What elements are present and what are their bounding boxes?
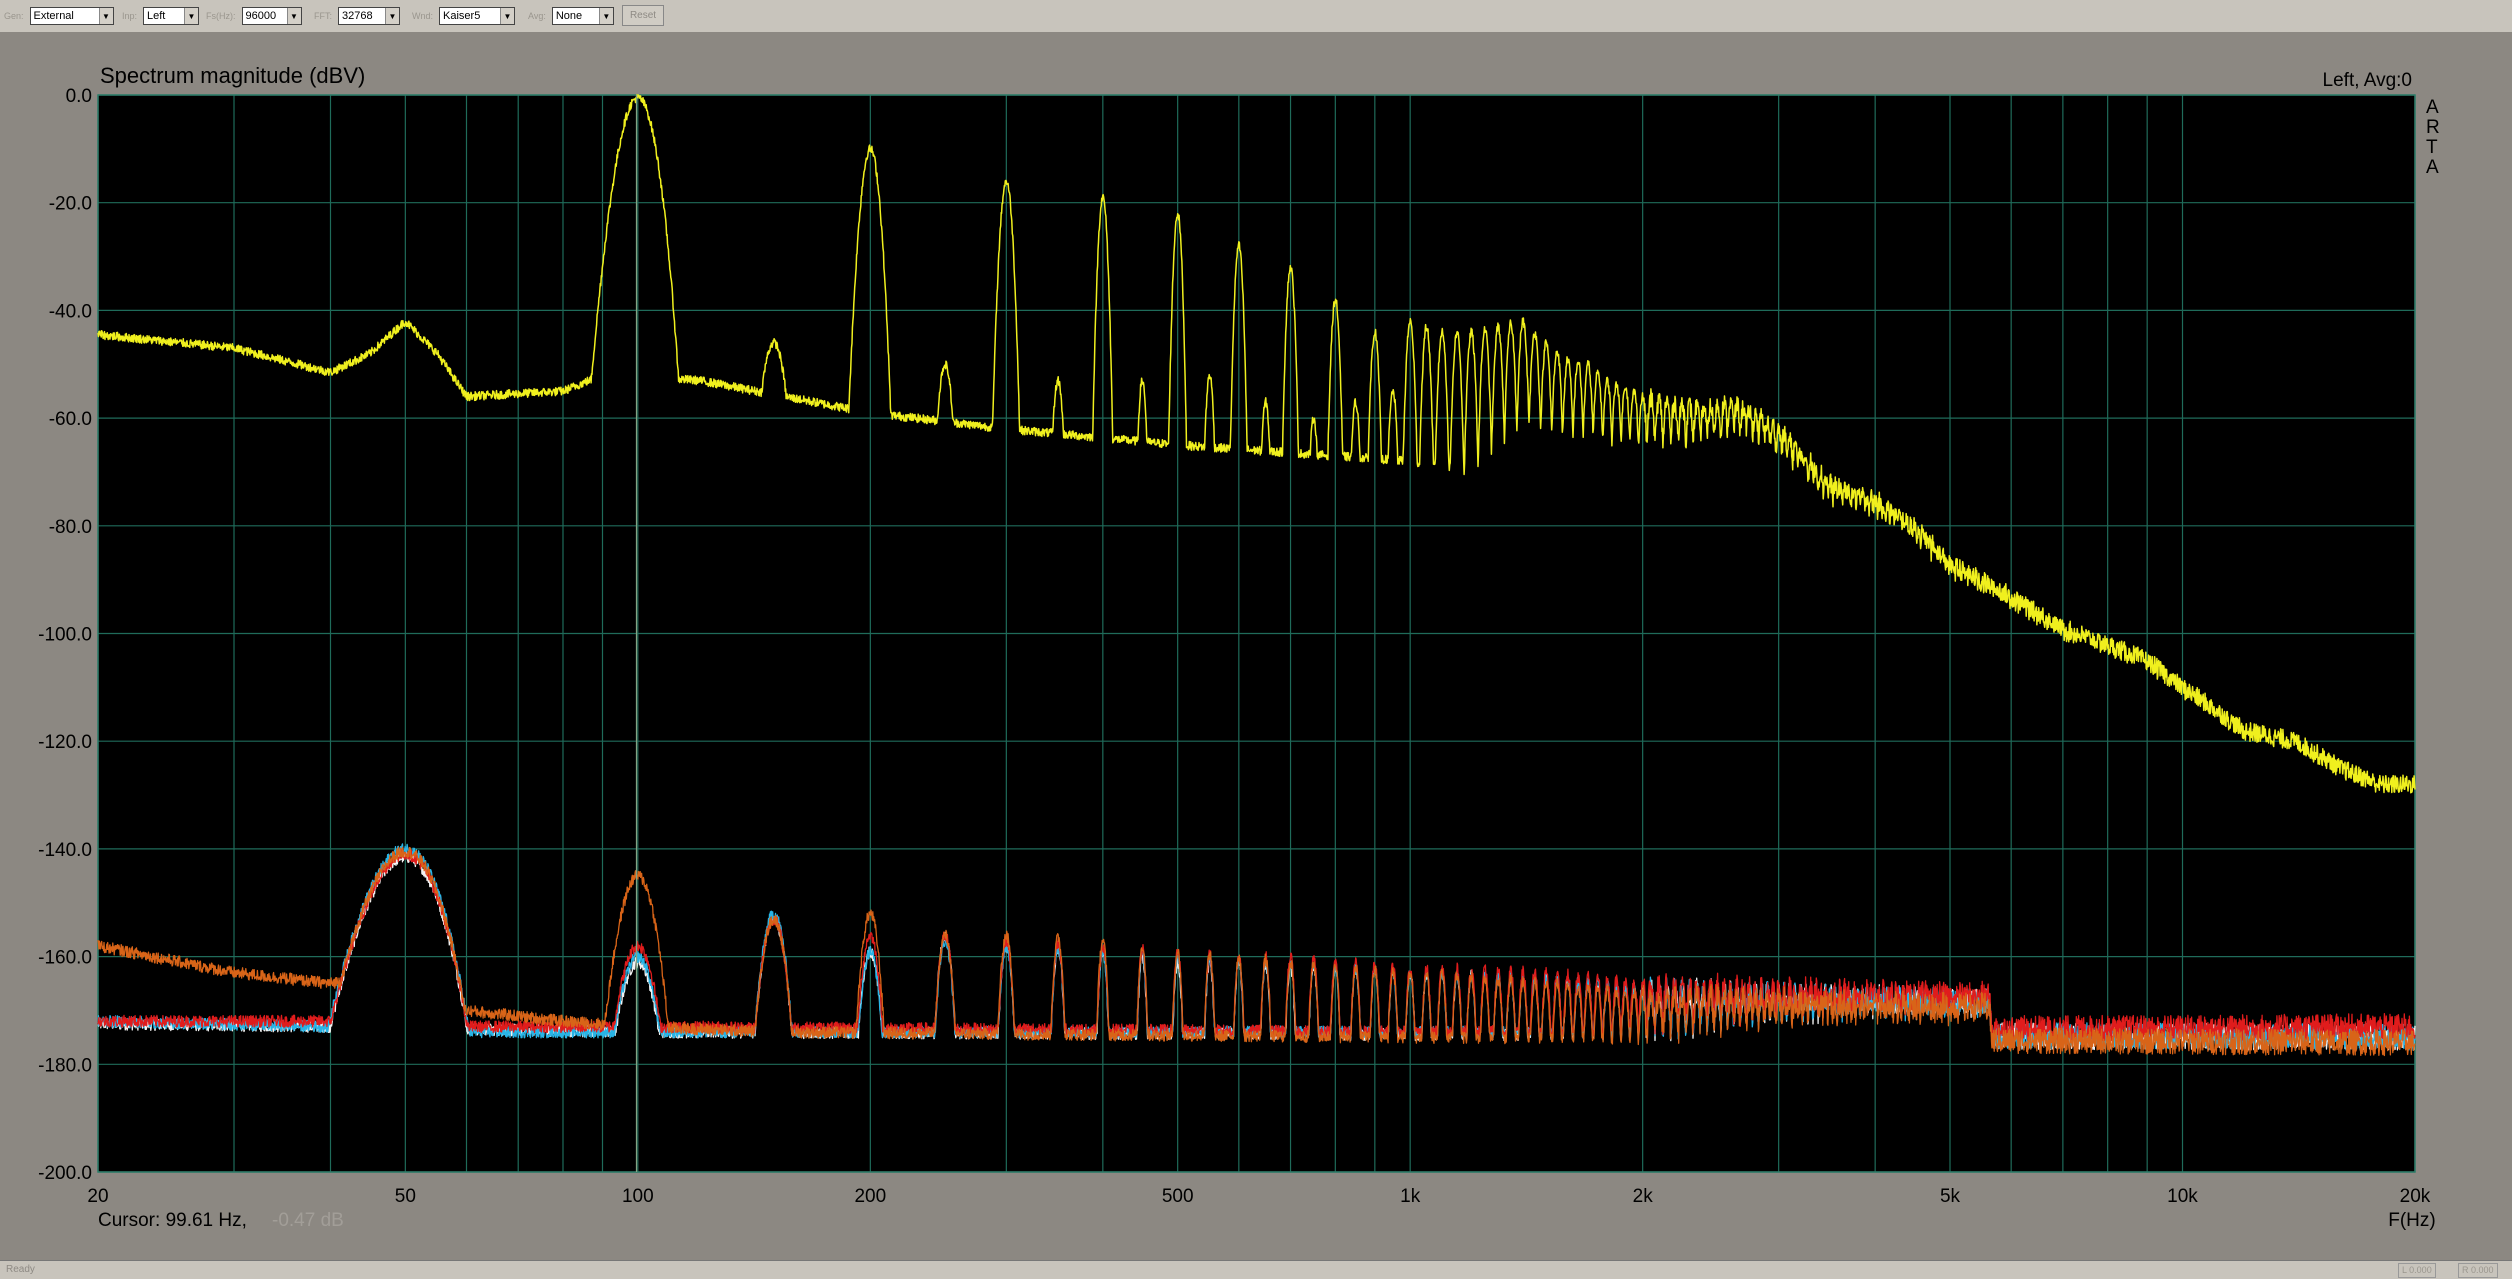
logo-letter: A bbox=[2426, 157, 2439, 178]
samplerate-value: 96000 bbox=[245, 10, 277, 22]
x-tick-label: 200 bbox=[854, 1186, 886, 1207]
average-select[interactable]: None ▼ bbox=[551, 7, 614, 25]
status-cell-right: R 0.000 bbox=[2458, 1263, 2498, 1278]
status-bar: Ready L 0.000 R 0.000 bbox=[0, 1260, 2512, 1279]
y-tick-label: -120.0 bbox=[38, 732, 92, 753]
y-tick-labels: 0.0 -20.0 -40.0 -60.0 -80.0 -100.0 -120.0 -140.… bbox=[38, 86, 92, 1184]
x-tick-label: 500 bbox=[1162, 1186, 1194, 1207]
average-value: None bbox=[555, 10, 583, 22]
logo-letter: R bbox=[2426, 117, 2440, 138]
fft-label: FFT: bbox=[314, 11, 332, 21]
generator-label: Gen: bbox=[4, 11, 24, 21]
y-tick-label: -160.0 bbox=[38, 948, 92, 969]
window-select[interactable]: Kaiser5 ▼ bbox=[439, 7, 516, 25]
cursor-level-readout: -0.47 dB bbox=[272, 1210, 344, 1231]
window-label: Wnd: bbox=[412, 11, 434, 21]
y-tick-label: 0.0 bbox=[66, 86, 92, 107]
window-value: Kaiser5 bbox=[443, 10, 481, 22]
channel-average-label: Left, Avg:0 bbox=[2323, 70, 2412, 91]
x-tick-label: 10k bbox=[2167, 1186, 2198, 1207]
chevron-down-icon[interactable]: ▼ bbox=[98, 8, 113, 24]
window-control: Wnd: Kaiser5 ▼ bbox=[412, 6, 516, 26]
input-select[interactable]: Left ▼ bbox=[143, 7, 200, 25]
x-tick-label: 5k bbox=[1940, 1186, 1961, 1207]
y-tick-label: -180.0 bbox=[38, 1055, 92, 1076]
toolbar: Gen: External ▼ Inp: Left ▼ Fs(Hz): 9600… bbox=[0, 0, 2512, 33]
logo-letter: T bbox=[2426, 137, 2438, 158]
samplerate-control: Fs(Hz): 96000 ▼ bbox=[206, 6, 302, 26]
average-label: Avg: bbox=[528, 11, 546, 21]
spectrum-chart[interactable]: 0.0 -20.0 -40.0 -60.0 -80.0 -100.0 -120.0 -140.… bbox=[0, 32, 2512, 1260]
chevron-down-icon[interactable]: ▼ bbox=[184, 8, 199, 24]
y-tick-label: -40.0 bbox=[49, 301, 92, 322]
samplerate-select[interactable]: 96000 ▼ bbox=[241, 7, 302, 25]
arta-logo: A R T A bbox=[2426, 97, 2440, 178]
samplerate-label: Fs(Hz): bbox=[206, 11, 236, 21]
y-tick-label: -80.0 bbox=[49, 517, 92, 538]
input-label: Inp: bbox=[122, 11, 138, 21]
generator-value: External bbox=[33, 10, 74, 22]
y-tick-label: -100.0 bbox=[38, 625, 92, 646]
status-text: Ready bbox=[6, 1264, 35, 1275]
cursor-readout: Cursor: 99.61 Hz, bbox=[98, 1210, 247, 1231]
reset-button[interactable]: Reset bbox=[622, 5, 664, 26]
fft-select[interactable]: 32768 ▼ bbox=[338, 7, 400, 25]
y-axis-title: Spectrum magnitude (dBV) bbox=[100, 63, 365, 88]
x-tick-labels: 20 50 100 200 500 1k 2k 5k 10k 20k bbox=[87, 1186, 2430, 1207]
y-tick-label: -200.0 bbox=[38, 1163, 92, 1184]
x-tick-label: 20k bbox=[2400, 1186, 2431, 1207]
x-tick-label: 100 bbox=[622, 1186, 654, 1207]
generator-select[interactable]: External ▼ bbox=[29, 7, 114, 25]
fft-value: 32768 bbox=[342, 10, 373, 22]
input-control: Inp: Left ▼ bbox=[122, 6, 200, 26]
status-cell-left: L 0.000 bbox=[2398, 1263, 2436, 1278]
chevron-down-icon[interactable]: ▼ bbox=[598, 8, 613, 24]
x-tick-label: 20 bbox=[87, 1186, 108, 1207]
x-tick-label: 1k bbox=[1400, 1186, 1421, 1207]
graph-panel[interactable]: 0.0 -20.0 -40.0 -60.0 -80.0 -100.0 -120.0 -140.… bbox=[0, 32, 2512, 1260]
fft-control: FFT: 32768 ▼ bbox=[314, 6, 400, 26]
x-tick-label: 50 bbox=[395, 1186, 416, 1207]
generator-control: Gen: External ▼ bbox=[4, 6, 114, 26]
chevron-down-icon[interactable]: ▼ bbox=[500, 8, 515, 24]
logo-letter: A bbox=[2426, 97, 2439, 118]
input-value: Left bbox=[147, 10, 166, 22]
chevron-down-icon[interactable]: ▼ bbox=[385, 8, 399, 24]
average-control: Avg: None ▼ bbox=[528, 6, 614, 26]
y-tick-label: -60.0 bbox=[49, 409, 92, 430]
chevron-down-icon[interactable]: ▼ bbox=[286, 8, 301, 24]
x-axis-title: F(Hz) bbox=[2388, 1210, 2435, 1231]
x-tick-label: 2k bbox=[1633, 1186, 1654, 1207]
y-tick-label: -20.0 bbox=[49, 194, 92, 215]
y-tick-label: -140.0 bbox=[38, 840, 92, 861]
